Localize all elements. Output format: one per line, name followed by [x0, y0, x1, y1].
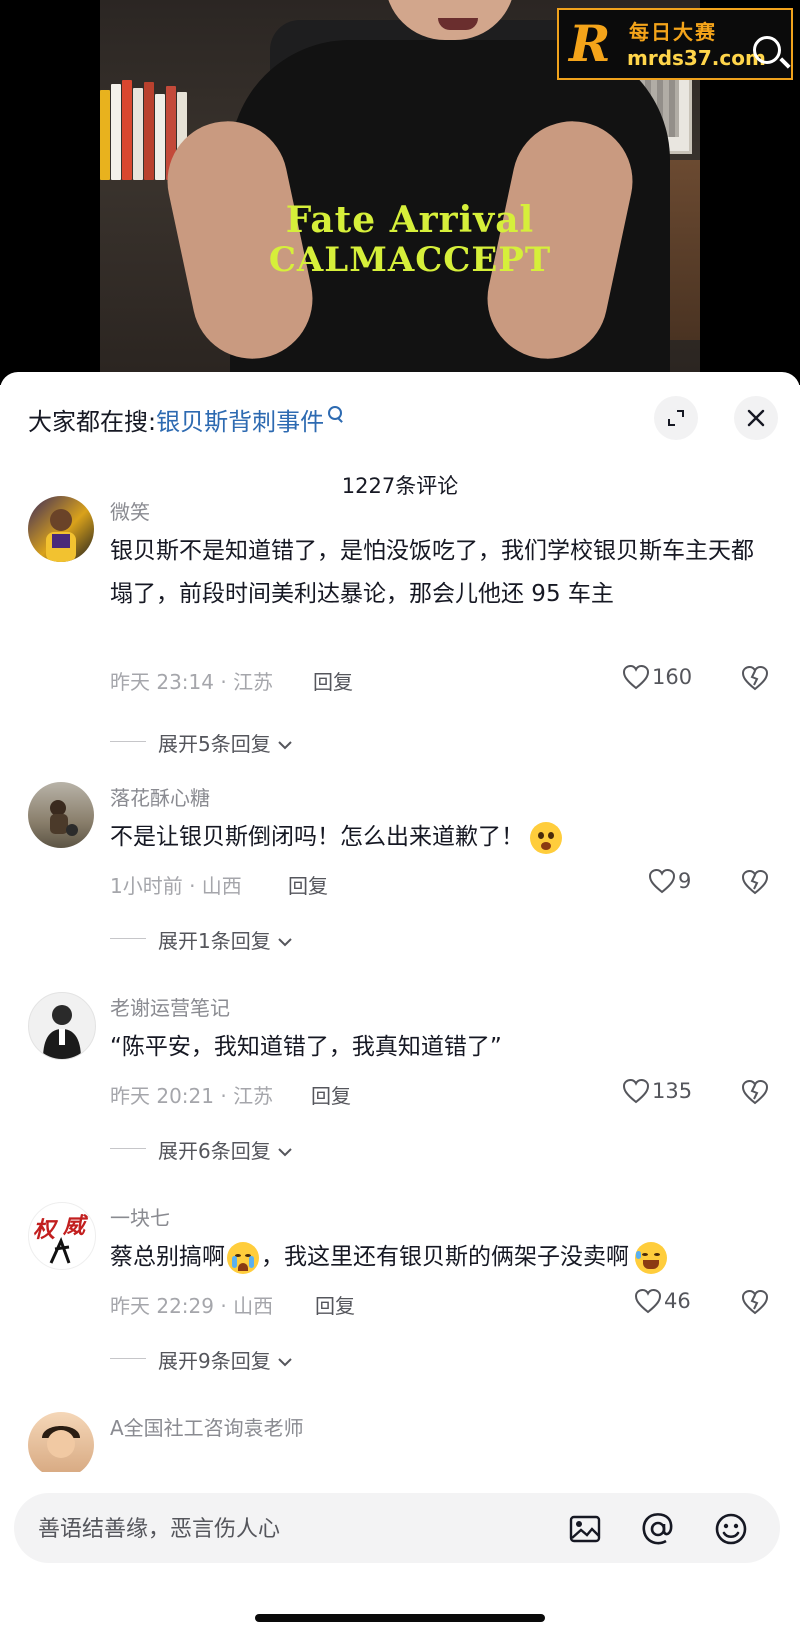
- watermark-url: mrds37.com: [627, 46, 766, 70]
- mention-button[interactable]: [641, 1512, 675, 1546]
- comment-text: “陈平安，我知道错了，我真知道错了”: [110, 1034, 502, 1060]
- reply-button[interactable]: 回复: [311, 1080, 351, 1109]
- home-indicator[interactable]: [255, 1614, 545, 1622]
- watermark-logo: R: [569, 14, 611, 73]
- avatar[interactable]: [28, 992, 96, 1060]
- comment-text-body: 蔡总别搞啊: [110, 1244, 225, 1270]
- expand-divider: [110, 741, 146, 742]
- expand-replies[interactable]: 展开1条回复: [158, 925, 293, 954]
- svg-text:权: 权: [33, 1217, 59, 1243]
- expand-replies[interactable]: 展开9条回复: [158, 1345, 293, 1374]
- comment-item: 老谢运营笔记 “陈平安，我知道错了，我真知道错了” 昨天 20:21 · 江苏 …: [0, 992, 800, 1192]
- comment-meta: 昨天 23:14 · 江苏: [110, 670, 274, 694]
- heart-icon: [634, 1288, 662, 1314]
- chevron-down-icon: [278, 1148, 292, 1157]
- expand-divider: [110, 1148, 146, 1149]
- comment-text-tail: ，我这里还有银贝斯的俩架子没卖啊: [261, 1244, 629, 1270]
- reply-button[interactable]: 回复: [288, 870, 328, 899]
- avatar[interactable]: 权威: [28, 1202, 96, 1270]
- trending-search[interactable]: 大家都在搜:银贝斯背刺事件: [28, 402, 343, 442]
- comment-username[interactable]: 一块七: [110, 1202, 170, 1231]
- comment-meta: 1小时前 · 山西: [110, 874, 242, 898]
- like-button[interactable]: 9: [648, 868, 691, 896]
- image-icon: [569, 1515, 601, 1543]
- avatar[interactable]: [28, 782, 94, 848]
- dislike-button[interactable]: [740, 1288, 770, 1316]
- heart-icon: [622, 664, 650, 690]
- comment-item: 微笑 银贝斯不是知道错了，是怕没饭吃了，我们学校银贝斯车主天都塌了，前段时间美利…: [0, 496, 800, 766]
- expand-replies[interactable]: 展开5条回复: [158, 728, 293, 757]
- heart-icon: [622, 1078, 650, 1104]
- dislike-icon: [741, 1079, 769, 1105]
- video-player[interactable]: Fate Arrival CALMACCEPT R 每日大赛 mrds37.co…: [0, 0, 800, 385]
- svg-text:威: 威: [62, 1213, 89, 1239]
- expand-replies-label: 展开5条回复: [158, 732, 271, 756]
- emoji-icon: [715, 1513, 747, 1545]
- chevron-down-icon: [278, 1358, 292, 1367]
- like-count: 46: [664, 1289, 691, 1313]
- expand-divider: [110, 1358, 146, 1359]
- shirt-line-2: CALMACCEPT: [268, 240, 552, 281]
- comment-username[interactable]: 老谢运营笔记: [110, 992, 230, 1021]
- dislike-button[interactable]: [740, 868, 770, 896]
- like-button[interactable]: 46: [634, 1288, 691, 1316]
- comment-username[interactable]: 微笑: [110, 496, 150, 525]
- shirt-print: Fate Arrival CALMACCEPT: [250, 199, 570, 281]
- trending-search-label: 大家都在搜:: [28, 408, 157, 436]
- comment-item: A全国社工咨询袁老师: [0, 1412, 800, 1472]
- comment-text: 蔡总别搞啊 ，我这里还有银贝斯的俩架子没卖啊: [110, 1236, 775, 1279]
- crying-emoji-icon: [227, 1241, 259, 1274]
- expand-button[interactable]: [654, 396, 698, 440]
- laughing-emoji-icon: [635, 1241, 667, 1274]
- dislike-icon: [741, 665, 769, 691]
- expand-icon: [668, 410, 684, 426]
- expand-replies[interactable]: 展开6条回复: [158, 1135, 293, 1164]
- comment-meta: 昨天 20:21 · 江苏: [110, 1084, 274, 1108]
- like-count: 135: [652, 1079, 693, 1103]
- shocked-emoji-icon: [530, 821, 562, 854]
- comment-sheet: 大家都在搜:银贝斯背刺事件 1227条评论 微笑 银贝斯不是知道错了，是怕没饭吃…: [0, 372, 800, 1631]
- image-button[interactable]: [568, 1512, 602, 1546]
- avatar[interactable]: [28, 1412, 94, 1472]
- comment-text: 银贝斯不是知道错了，是怕没饭吃了，我们学校银贝斯车主天都塌了，前段时间美利达暴论…: [110, 538, 754, 607]
- chevron-down-icon: [278, 938, 292, 947]
- mouth: [438, 18, 478, 30]
- trending-search-term[interactable]: 银贝斯背刺事件: [156, 408, 324, 436]
- like-button[interactable]: 135: [622, 1078, 692, 1106]
- comment-username[interactable]: 落花酥心糖: [110, 782, 210, 811]
- site-watermark: R 每日大赛 mrds37.com: [557, 8, 793, 80]
- close-button[interactable]: [734, 396, 778, 440]
- search-icon: [328, 406, 343, 420]
- expand-divider: [110, 938, 146, 939]
- reply-button[interactable]: 回复: [313, 666, 353, 695]
- comment-item: 落花酥心糖 不是让银贝斯倒闭吗！怎么出来道歉了！ 1小时前 · 山西 回复 9 …: [0, 782, 800, 982]
- close-icon: [747, 409, 765, 427]
- like-count: 9: [678, 869, 692, 893]
- expand-replies-label: 展开6条回复: [158, 1139, 271, 1163]
- shirt-line-1: Fate Arrival: [285, 199, 535, 241]
- like-button[interactable]: 160: [622, 664, 692, 692]
- comment-item: 权威 一块七 蔡总别搞啊 ，我这里还有银贝斯的俩架子没卖啊 昨天 22:29 · …: [0, 1202, 800, 1402]
- heart-icon: [648, 868, 676, 894]
- reply-button[interactable]: 回复: [315, 1290, 355, 1319]
- comment-text: 不是让银贝斯倒闭吗！怎么出来道歉了！: [110, 816, 775, 859]
- comment-meta: 昨天 22:29 · 山西: [110, 1294, 274, 1318]
- at-icon: [642, 1513, 673, 1545]
- expand-replies-label: 展开9条回复: [158, 1349, 271, 1373]
- expand-replies-label: 展开1条回复: [158, 929, 271, 953]
- emoji-button[interactable]: [714, 1512, 748, 1546]
- search-icon: [753, 36, 781, 64]
- watermark-name: 每日大赛: [629, 20, 717, 44]
- chevron-down-icon: [278, 741, 292, 750]
- comment-username[interactable]: A全国社工咨询袁老师: [110, 1412, 304, 1441]
- dislike-icon: [741, 1289, 769, 1315]
- comment-text-body: 不是让银贝斯倒闭吗！怎么出来道歉了！: [110, 824, 524, 850]
- comment-input[interactable]: [36, 1493, 540, 1565]
- avatar[interactable]: [28, 496, 94, 562]
- like-count: 160: [652, 665, 693, 689]
- dislike-button[interactable]: [740, 664, 770, 692]
- dislike-icon: [741, 869, 769, 895]
- comment-input-bar: [14, 1493, 780, 1565]
- dislike-button[interactable]: [740, 1078, 770, 1106]
